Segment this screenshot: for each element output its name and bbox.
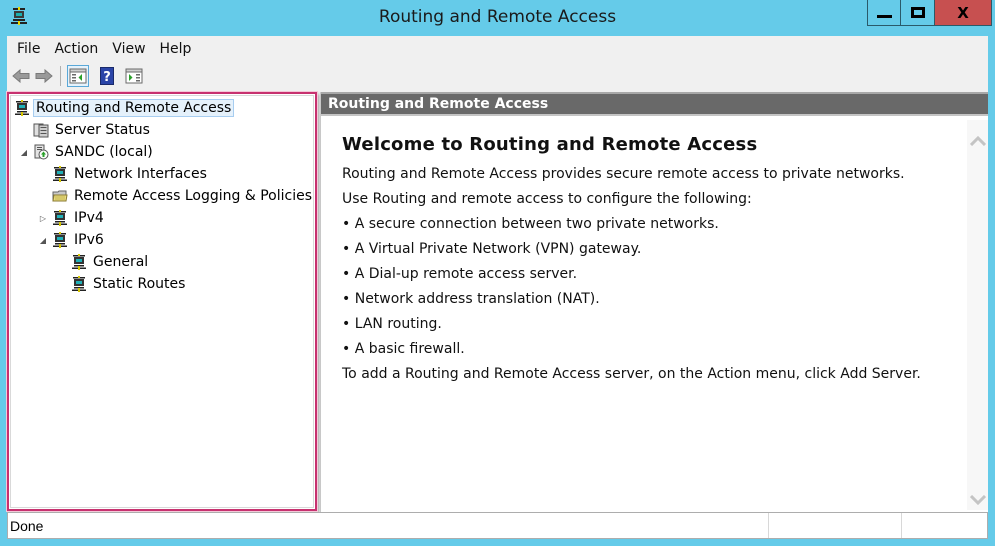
title-bar: Routing and Remote Access X	[0, 0, 995, 36]
feature-bullet: • A Dial-up remote access server.	[342, 266, 578, 282]
menu-file[interactable]: File	[10, 41, 47, 57]
back-arrow-icon	[12, 69, 30, 83]
status-bar: Done	[7, 512, 988, 539]
feature-bullet: • A Virtual Private Network (VPN) gatewa…	[342, 241, 642, 257]
vertical-scrollbar[interactable]	[967, 120, 988, 510]
feature-bullet: • LAN routing.	[342, 316, 442, 332]
close-button[interactable]: X	[935, 0, 992, 26]
window-title: Routing and Remote Access	[378, 7, 617, 27]
feature-bullet: • A basic firewall.	[342, 341, 465, 357]
show-hide-action-pane-button[interactable]	[123, 65, 145, 87]
lead-text: Use Routing and remote access to configu…	[342, 191, 752, 207]
network-computer-icon	[53, 232, 67, 248]
svg-text:?: ?	[103, 70, 111, 85]
forward-arrow-icon	[35, 69, 53, 83]
network-computer-icon	[53, 210, 67, 226]
server-status-icon	[33, 123, 49, 138]
scroll-up-button[interactable]	[967, 130, 988, 151]
tree-item-label: Network Interfaces	[74, 166, 207, 182]
collapse-triangle-icon[interactable]: ◢	[37, 234, 49, 246]
tree-item-static-routes[interactable]: Static Routes	[71, 274, 188, 294]
console-tree-pane: Routing and Remote Access Server Status …	[6, 91, 318, 512]
network-computer-icon	[72, 254, 86, 270]
tree-item-ipv6[interactable]: ◢ IPv6	[37, 230, 107, 250]
help-icon: ?	[100, 67, 114, 85]
menu-bar: File Action View Help	[7, 36, 988, 62]
minimize-icon	[876, 15, 892, 18]
welcome-heading: Welcome to Routing and Remote Access	[342, 134, 758, 155]
expand-triangle-icon[interactable]: ▷	[37, 212, 49, 224]
feature-list: • A secure connection between two privat…	[342, 212, 921, 362]
result-pane-header: Routing and Remote Access	[321, 92, 988, 116]
tree-item-label: Remote Access Logging & Policies	[74, 188, 312, 204]
menu-help[interactable]: Help	[153, 41, 199, 57]
tree-item-routing-and-remote-access[interactable]: Routing and Remote Access	[14, 98, 235, 118]
network-computer-icon	[15, 100, 29, 116]
menu-action[interactable]: Action	[47, 41, 105, 57]
console-tree: Routing and Remote Access Server Status …	[10, 95, 314, 508]
show-hide-console-tree-button[interactable]	[67, 65, 89, 87]
tree-item-label: SANDC (local)	[55, 144, 153, 160]
tree-item-label: IPv4	[74, 210, 104, 226]
scroll-down-button[interactable]	[967, 489, 988, 510]
collapse-triangle-icon[interactable]: ◢	[18, 146, 30, 158]
welcome-content: Welcome to Routing and Remote Access Rou…	[342, 134, 921, 387]
help-button[interactable]: ?	[96, 65, 118, 87]
tree-item-label: Server Status	[55, 122, 150, 138]
status-text: Done	[8, 513, 769, 538]
console-tree-icon	[69, 68, 87, 84]
network-computer-icon	[53, 166, 67, 182]
tree-item-label: IPv6	[74, 232, 104, 248]
tree-item-remote-access-logging-policies[interactable]: Remote Access Logging & Policies	[52, 186, 315, 206]
chevron-up-icon	[969, 135, 986, 146]
toolbar-separator	[60, 66, 61, 86]
tree-item-server-status[interactable]: Server Status	[33, 120, 153, 140]
footer-text: To add a Routing and Remote Access serve…	[342, 366, 921, 382]
maximize-icon	[910, 7, 925, 18]
status-cell	[902, 513, 987, 538]
tree-item-label: Routing and Remote Access	[33, 99, 235, 117]
menu-view[interactable]: View	[105, 41, 152, 57]
server-local-icon	[34, 144, 49, 160]
result-pane: Routing and Remote Access Welcome to Rou…	[320, 92, 988, 512]
feature-bullet: • Network address translation (NAT).	[342, 291, 600, 307]
tree-item-network-interfaces[interactable]: Network Interfaces	[52, 164, 210, 184]
maximize-button[interactable]	[901, 0, 935, 26]
minimize-button[interactable]	[867, 0, 901, 26]
feature-bullet: • A secure connection between two privat…	[342, 216, 719, 232]
toolbar: ?	[7, 62, 988, 90]
tree-item-label: General	[93, 254, 149, 270]
window-controls: X	[867, 0, 992, 26]
action-pane-icon	[125, 68, 143, 84]
status-cell	[769, 513, 902, 538]
window-client: File Action View Help ? Routing and Remo…	[6, 36, 988, 539]
network-computer-icon	[72, 276, 86, 292]
back-button[interactable]	[10, 65, 32, 87]
intro-text: Routing and Remote Access provides secur…	[342, 166, 905, 182]
tree-item-general[interactable]: General	[71, 252, 151, 272]
chevron-down-icon	[969, 494, 986, 505]
folder-icon	[52, 190, 68, 202]
tree-item-ipv4[interactable]: ▷ IPv4	[37, 208, 107, 228]
tree-item-label: Static Routes	[93, 276, 186, 292]
tree-item-sandc-local[interactable]: ◢ SANDC (local)	[18, 142, 156, 162]
close-icon: X	[957, 3, 969, 22]
forward-button[interactable]	[33, 65, 55, 87]
